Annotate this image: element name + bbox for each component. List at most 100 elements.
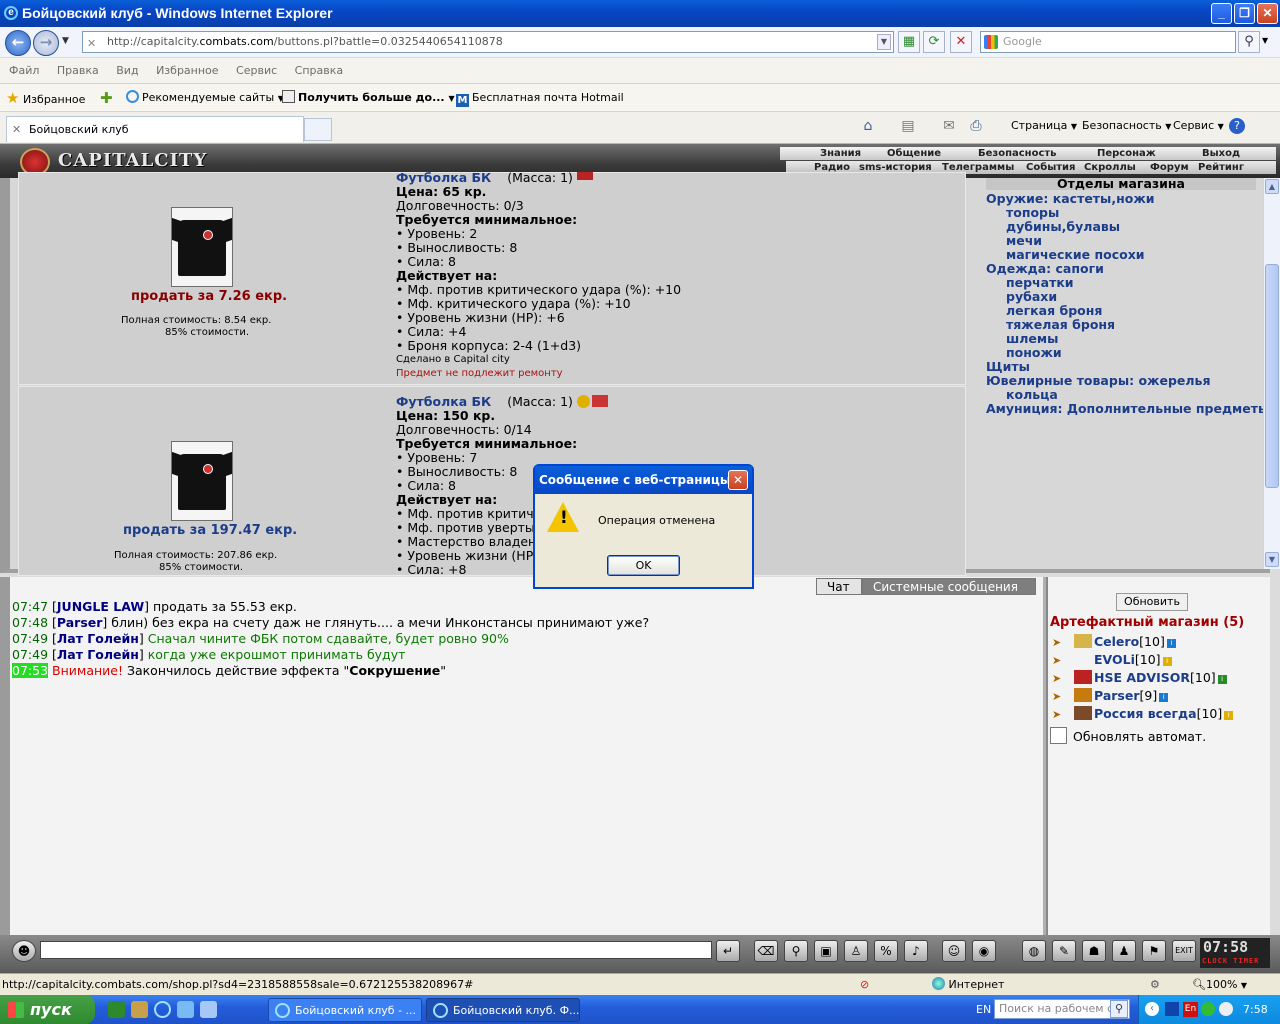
clan-icon[interactable] [1074, 688, 1092, 702]
quill-icon[interactable]: ✎ [1052, 940, 1076, 962]
department-item[interactable]: Ювелирные товары: ожерелья [986, 374, 1256, 388]
minimize-button[interactable]: _ [1211, 3, 1232, 24]
tray-clock[interactable]: 7:58 [1243, 995, 1268, 1024]
sell-button[interactable]: продать за 7.26 екр. [131, 289, 287, 304]
close-button[interactable]: ✕ [1257, 3, 1278, 24]
quicklaunch-app-icon[interactable] [177, 1001, 194, 1018]
compatibility-icon[interactable]: ▦ [898, 31, 920, 53]
dialog-title-bar[interactable]: Сообщение с веб-страницы ✕ [535, 466, 752, 494]
item-name[interactable]: Футболка БК [396, 394, 491, 409]
department-subitem[interactable]: мечи [986, 234, 1256, 248]
maximize-button[interactable]: ❐ [1234, 3, 1255, 24]
save-icon[interactable]: ▣ [814, 940, 838, 962]
department-item[interactable]: Оружие: кастеты,ножи [986, 192, 1256, 206]
tray-expand-icon[interactable]: ‹ [1145, 1002, 1159, 1016]
auto-refresh-checkbox[interactable]: Обновлять автомат. [1050, 727, 1206, 744]
group-icon[interactable]: ♟ [1112, 940, 1136, 962]
forward-button[interactable]: → [33, 30, 59, 56]
sell-button[interactable]: продать за 197.47 екр. [123, 523, 297, 538]
department-subitem[interactable]: шлемы [986, 332, 1256, 346]
eraser-icon[interactable]: ⌫ [754, 940, 778, 962]
feeds-icon[interactable]: ▤ [900, 118, 916, 134]
zoom-control[interactable]: 🔍︎100% ▼ [1192, 974, 1247, 996]
quicklaunch-app-icon[interactable] [108, 1001, 125, 1018]
smile-face-icon[interactable]: ☻ [12, 940, 36, 962]
checkbox-icon[interactable] [1050, 727, 1067, 744]
tab-combats[interactable]: ✕ Бойцовский клуб [6, 116, 304, 142]
refresh-button[interactable]: Обновить [1116, 593, 1188, 611]
chat-nick[interactable]: Лат Голейн [57, 647, 139, 662]
clan-icon[interactable] [1074, 670, 1092, 684]
dialog-close-button[interactable]: ✕ [728, 470, 748, 490]
department-item[interactable]: Щиты [986, 360, 1256, 374]
item-name[interactable]: Футболка БК [396, 170, 491, 185]
fav-hotmail[interactable]: M Бесплатная почта Hotmail [456, 84, 624, 112]
menu-tools[interactable]: Сервис [236, 64, 277, 77]
nav-scrolls[interactable]: Скроллы [1084, 161, 1136, 174]
quicklaunch-app-icon[interactable] [200, 1001, 217, 1018]
department-item[interactable]: Одежда: сапоги [986, 262, 1256, 276]
user-nick[interactable]: Celero [1094, 634, 1139, 649]
language-indicator[interactable]: EN [976, 995, 991, 1024]
privacy-icon[interactable]: ⊘ [860, 974, 869, 995]
private-message-icon[interactable]: ➤ [1052, 634, 1072, 652]
department-subitem[interactable]: дубины,булавы [986, 220, 1256, 234]
taskbar-item[interactable]: Бойцовский клуб - ... [268, 998, 422, 1022]
chat-time[interactable]: 07:47 [12, 599, 48, 614]
clan-icon[interactable] [1074, 634, 1092, 648]
person-icon[interactable]: ♙ [844, 940, 868, 962]
flag-icon[interactable]: ⚑ [1142, 940, 1166, 962]
protected-mode-icon[interactable]: ⚙ [1150, 974, 1160, 995]
tools-menu[interactable]: Сервис ▼ [1173, 112, 1224, 141]
refresh-icon[interactable]: ⟳ [923, 31, 945, 53]
back-button[interactable]: ← [5, 30, 31, 56]
tray-app-icon[interactable] [1165, 1002, 1179, 1016]
nav-forum[interactable]: Форум [1150, 161, 1189, 174]
department-subitem[interactable]: перчатки [986, 276, 1256, 290]
info-icon[interactable]: i [1224, 711, 1234, 720]
search-icon[interactable]: ⚲ [1238, 31, 1260, 53]
chat-time[interactable]: 07:48 [12, 615, 48, 630]
tab-chat[interactable]: Чат [816, 578, 862, 595]
nav-communication[interactable]: Общение [887, 147, 941, 160]
department-subitem[interactable]: легкая броня [986, 304, 1256, 318]
tray-app-icon[interactable] [1201, 1002, 1215, 1016]
nav-security[interactable]: Безопасность [978, 147, 1057, 160]
department-subitem[interactable]: рубахи [986, 290, 1256, 304]
nav-knowledge[interactable]: Знания [820, 147, 861, 160]
info-icon[interactable]: i [1166, 639, 1176, 648]
print-icon[interactable]: ⎙ [968, 118, 984, 134]
search-input[interactable]: Google [980, 31, 1236, 53]
fav-suggested-sites[interactable]: Рекомендуемые сайты ▼ [126, 84, 284, 113]
clan-icon[interactable] [1074, 706, 1092, 720]
menu-file[interactable]: Файл [9, 64, 39, 77]
address-dropdown-icon[interactable]: ▼ [877, 34, 891, 50]
tray-app-icon[interactable] [1219, 1002, 1233, 1016]
nav-events[interactable]: События [1026, 161, 1075, 174]
start-button[interactable]: пуск [0, 995, 95, 1024]
nav-exit[interactable]: Выход [1202, 147, 1240, 160]
send-icon[interactable]: ↵ [716, 940, 740, 962]
tab-system-messages[interactable]: Системные сообщения [862, 578, 1036, 595]
new-tab-button[interactable] [304, 118, 332, 141]
user-nick[interactable]: Россия всегда [1094, 706, 1197, 721]
scroll-down-icon[interactable]: ▼ [1265, 552, 1279, 567]
department-subitem[interactable]: поножи [986, 346, 1256, 360]
menu-edit[interactable]: Правка [57, 64, 99, 77]
stop-icon[interactable]: ✕ [950, 31, 972, 53]
tray-lang-icon[interactable]: En [1183, 1002, 1198, 1017]
department-subitem[interactable]: топоры [986, 206, 1256, 220]
menu-view[interactable]: Вид [116, 64, 138, 77]
scroll-thumb[interactable] [1265, 264, 1279, 488]
department-subitem[interactable]: магические посохи [986, 248, 1256, 262]
scroll-up-icon[interactable]: ▲ [1265, 179, 1279, 194]
safety-menu[interactable]: Безопасность ▼ [1082, 112, 1171, 141]
user-nick[interactable]: HSE ADVISOR [1094, 670, 1190, 685]
window-title-bar[interactable]: e Бойцовский клуб - Windows Internet Exp… [0, 0, 1280, 27]
chat-time[interactable]: 07:49 [12, 631, 48, 646]
mask-icon[interactable]: ☗ [1082, 940, 1106, 962]
nav-character[interactable]: Персонаж [1097, 147, 1156, 160]
user-nick[interactable]: Parser [1094, 688, 1140, 703]
private-message-icon[interactable]: ➤ [1052, 688, 1072, 706]
percent-icon[interactable]: % [874, 940, 898, 962]
